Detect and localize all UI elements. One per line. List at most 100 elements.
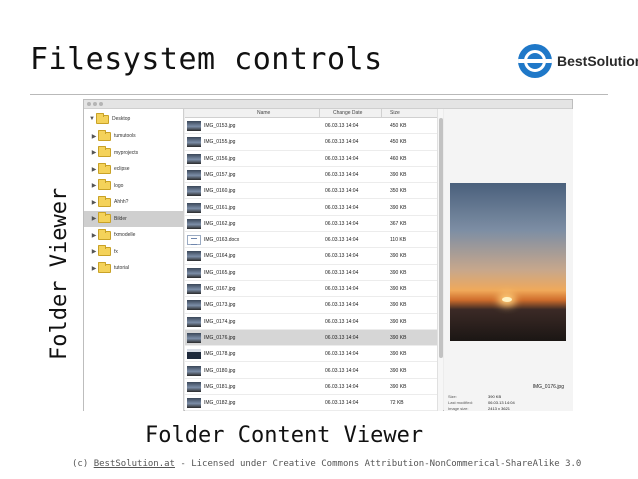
- preview-meta-row: Image size: 2413 x 3621: [448, 406, 510, 411]
- table-row[interactable]: IMG_0161.jpg 06.03.13 14:04 390 KB: [185, 200, 437, 216]
- file-size: 390 KB: [390, 286, 407, 292]
- folder-icon: [98, 228, 111, 240]
- tree-root-label: Desktop: [112, 116, 131, 122]
- column-header-size[interactable]: Size: [390, 110, 400, 116]
- image-preview-pane: IMG_0176.jpg Size: 390 KB Last modified: 06…: [444, 109, 573, 411]
- footer-link[interactable]: BestSolution.at: [94, 459, 175, 469]
- tree-item[interactable]: ▶ Ahhh?: [84, 194, 183, 210]
- tree-item-label: eclipse: [114, 166, 130, 172]
- column-header-date[interactable]: Change Date: [333, 110, 362, 116]
- file-size: 390 KB: [390, 334, 407, 341]
- thumbnail-icon: [187, 365, 201, 376]
- file-date: 06.03.13 14:04: [325, 237, 359, 244]
- tree-item[interactable]: ▶ tutorial: [84, 260, 183, 276]
- footer-license: (c) BestSolution.at - Licensed under Cre…: [72, 459, 582, 469]
- file-size: 350 KB: [390, 188, 407, 195]
- folder-icon: [98, 245, 111, 256]
- tree-item-label: Ahhh?: [114, 199, 129, 205]
- expand-arrow-icon[interactable]: ▶: [90, 199, 98, 206]
- tree-item[interactable]: ▶ fxmodelle: [84, 227, 183, 243]
- meta-label: Image size:: [448, 406, 469, 411]
- file-name: IMG_0181.jpg: [204, 383, 236, 390]
- file-name: IMG_0160.jpg: [204, 188, 236, 195]
- table-row[interactable]: IMG_0155.jpg 06.03.13 14:04 450 KB: [185, 134, 437, 151]
- table-row[interactable]: IMG_0173.jpg 06.03.13 14:04 390 KB: [185, 297, 437, 314]
- table-row[interactable]: IMG_0163.docx 06.03.13 14:04 110 KB: [185, 232, 437, 249]
- meta-label: Size:: [448, 394, 457, 399]
- tree-item-label: fx: [114, 248, 118, 255]
- file-date: 06.03.13 14:04: [325, 155, 359, 162]
- expand-arrow-icon[interactable]: ▶: [90, 182, 98, 189]
- file-date: 06.03.13 14:04: [325, 351, 359, 358]
- column-header-name[interactable]: Name: [257, 110, 270, 116]
- expand-arrow-icon[interactable]: ▶: [90, 248, 98, 255]
- table-row[interactable]: IMG_0157.jpg 06.03.13 14:04 390 KB: [185, 167, 437, 184]
- meta-value: 390 KB: [488, 394, 502, 399]
- tree-root-item[interactable]: ▼ Desktop: [88, 112, 131, 125]
- preview-filename: IMG_0176.jpg: [532, 384, 564, 390]
- file-size: 390 KB: [390, 171, 407, 178]
- file-size: 450 KB: [390, 139, 407, 146]
- file-date: 06.03.13 14:04: [325, 286, 359, 292]
- window-minimize-icon[interactable]: [93, 102, 97, 106]
- table-row[interactable]: IMG_0156.jpg 06.03.13 14:04 460 KB: [185, 151, 437, 167]
- thumbnail-icon: [187, 381, 201, 392]
- expand-arrow-icon[interactable]: ▶: [90, 265, 98, 272]
- meta-value: 2413 x 3621: [488, 406, 511, 411]
- window-close-icon[interactable]: [87, 102, 91, 106]
- file-name: IMG_0164.jpg: [204, 253, 236, 260]
- thumbnail-icon: [187, 349, 201, 360]
- file-name: IMG_0157.jpg: [204, 171, 236, 178]
- meta-label: Last modified:: [448, 400, 473, 405]
- expand-arrow-icon[interactable]: ▶: [90, 166, 98, 173]
- title-divider: [30, 94, 608, 95]
- file-name: IMG_0156.jpg: [204, 155, 236, 162]
- table-row[interactable]: IMG_0178.jpg 06.03.13 14:04 390 KB: [185, 346, 437, 363]
- thumbnail-icon: [187, 153, 201, 164]
- thumbnail-icon: [187, 202, 201, 213]
- table-row[interactable]: IMG_0181.jpg 06.03.13 14:04 390 KB: [185, 379, 437, 396]
- tree-item[interactable]: ▶ eclipse: [84, 161, 183, 177]
- thumbnail-icon: [187, 284, 201, 294]
- window-maximize-icon[interactable]: [99, 102, 103, 106]
- file-size: 390 KB: [390, 367, 407, 374]
- file-date: 06.03.13 14:04: [325, 139, 359, 146]
- file-size: 390 KB: [390, 253, 407, 260]
- tree-item-label: myprojects: [114, 149, 139, 156]
- table-row[interactable]: IMG_0167.jpg 06.03.13 14:04 390 KB: [185, 281, 437, 298]
- file-name: IMG_0165.jpg: [204, 269, 236, 276]
- expand-arrow-icon[interactable]: ▶: [90, 232, 98, 239]
- table-row[interactable]: IMG_0165.jpg 06.03.13 14:04 390 KB: [185, 265, 437, 281]
- logo-text: BestSolution: [557, 53, 638, 69]
- table-row[interactable]: IMG_0160.jpg 06.03.13 14:04 350 KB: [185, 183, 437, 200]
- tree-item[interactable]: ▶ logo: [84, 178, 183, 194]
- folder-icon: [98, 212, 111, 223]
- expand-arrow-icon[interactable]: ▶: [90, 215, 98, 222]
- file-date: 06.03.13 14:04: [325, 188, 359, 195]
- scrollbar-thumb[interactable]: [439, 118, 443, 358]
- table-row[interactable]: IMG_0153.jpg 06.03.13 14:04 450 KB: [185, 118, 437, 135]
- window-titlebar: [84, 100, 572, 109]
- folder-content-viewer-label: Folder Content Viewer: [145, 423, 424, 448]
- preview-meta-row: Last modified: 06.03.13 14:04: [448, 400, 515, 405]
- tree-item[interactable]: ▶ fx: [84, 244, 183, 260]
- expand-arrow-icon[interactable]: ▶: [90, 133, 98, 140]
- expand-arrow-icon[interactable]: ▼: [88, 116, 96, 122]
- file-date: 06.03.13 14:04: [325, 383, 359, 390]
- file-name: IMG_0173.jpg: [204, 302, 236, 309]
- folder-content-table: Name Change Date Size IMG_0153.jpg 06.03.…: [185, 109, 437, 411]
- file-name: IMG_0180.jpg: [204, 367, 236, 374]
- tree-item[interactable]: ▶ myprojects: [84, 145, 183, 161]
- table-row[interactable]: IMG_0180.jpg 06.03.13 14:04 390 KB: [185, 363, 437, 379]
- expand-arrow-icon[interactable]: ▶: [90, 149, 98, 156]
- table-row[interactable]: IMG_0162.jpg 06.03.13 14:04 367 KB: [185, 216, 437, 233]
- table-scrollbar[interactable]: [437, 109, 443, 411]
- tree-item[interactable]: ▶ tumutools: [84, 128, 183, 144]
- file-date: 06.03.13 14:04: [325, 367, 359, 374]
- table-row[interactable]: IMG_0174.jpg 06.03.13 14:04 390 KB: [185, 314, 437, 330]
- table-row[interactable]: IMG_0164.jpg 06.03.13 14:04 390 KB: [185, 248, 437, 265]
- table-row[interactable]: IMG_0182.jpg 06.03.13 14:04 72 KB: [185, 395, 437, 411]
- tree-item[interactable]: ▶ Bilder: [84, 210, 183, 227]
- table-row[interactable]: IMG_0176.jpg 06.03.13 14:04 390 KB: [185, 329, 437, 347]
- file-date: 06.03.13 14:04: [325, 253, 359, 260]
